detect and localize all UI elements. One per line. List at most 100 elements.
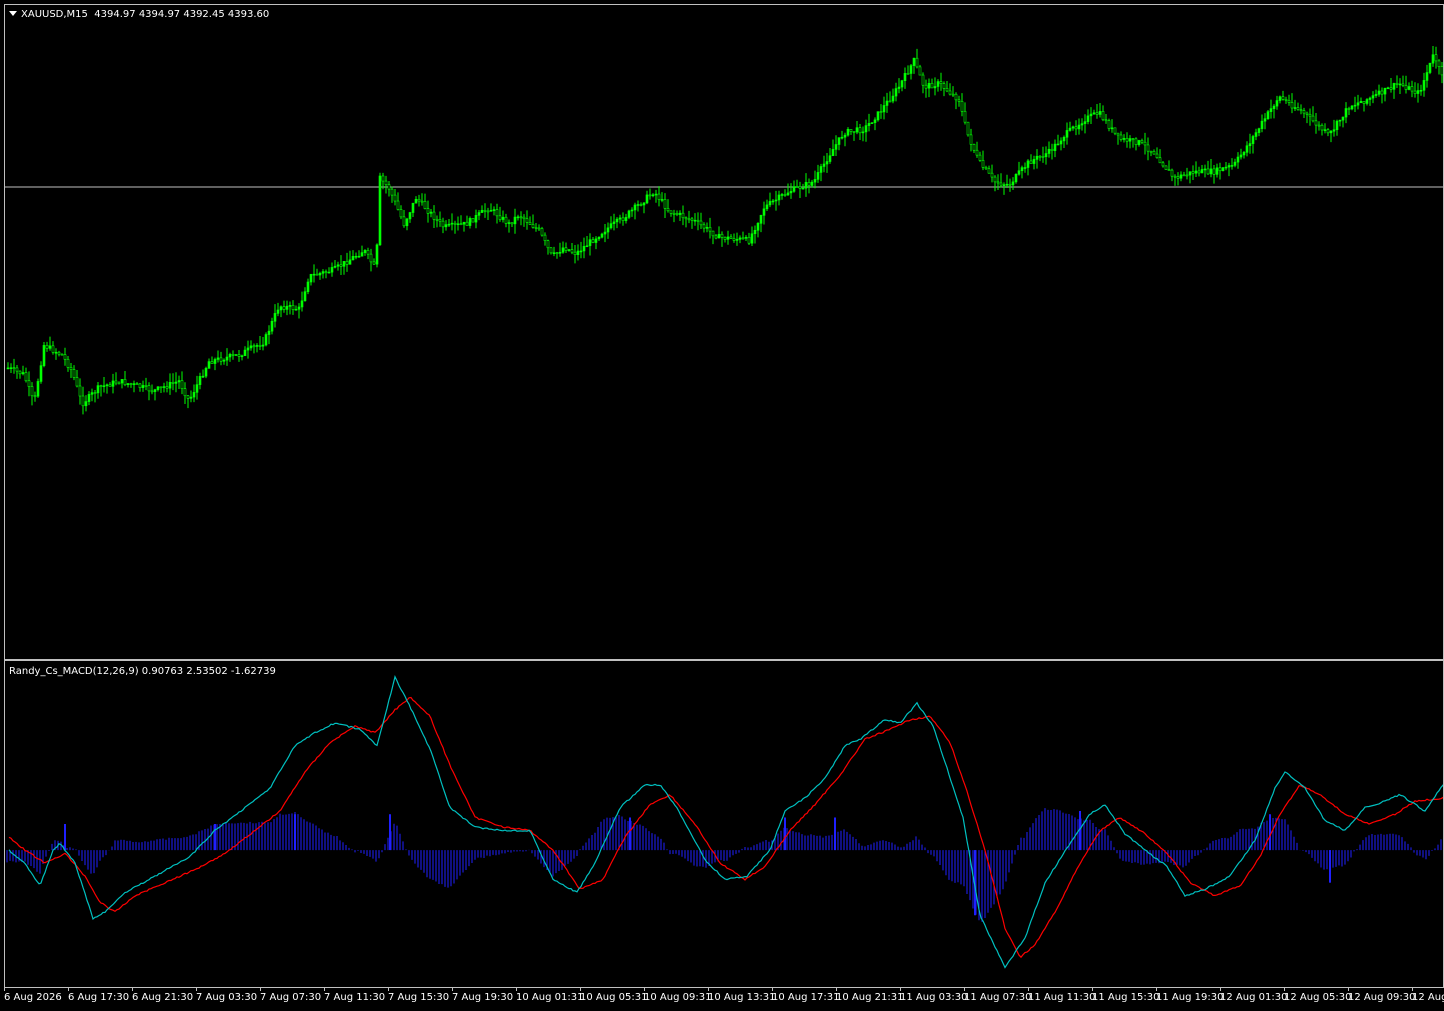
- candle: [1299, 109, 1303, 111]
- candle: [1314, 120, 1318, 126]
- candle: [1170, 169, 1174, 177]
- candle: [480, 209, 484, 213]
- candle: [198, 376, 202, 385]
- candle: [291, 305, 295, 310]
- candle: [132, 383, 136, 385]
- candle: [1212, 168, 1216, 175]
- candle: [1149, 150, 1153, 153]
- candle: [828, 155, 832, 162]
- time-tick: [260, 988, 261, 991]
- candle: [1161, 162, 1165, 167]
- time-label: 10 Aug 01:31: [516, 992, 584, 1003]
- candle: [783, 194, 787, 196]
- candle: [273, 313, 277, 322]
- candle: [60, 353, 64, 356]
- candle: [1023, 167, 1027, 169]
- candle: [624, 217, 628, 221]
- candle: [231, 354, 235, 356]
- candle: [1311, 115, 1315, 122]
- candle: [1278, 96, 1282, 101]
- candle: [1200, 169, 1204, 174]
- macd-indicator-pane[interactable]: Randy_Cs_MACD(12,26,9) 0.90763 2.53502 -…: [4, 660, 1444, 988]
- candle: [129, 383, 133, 385]
- indicator-values: 0.90763 2.53502 -1.62739: [141, 666, 276, 677]
- candle: [249, 345, 253, 349]
- candle: [234, 354, 238, 356]
- candle: [1440, 66, 1443, 76]
- candle: [105, 384, 109, 387]
- candle: [114, 380, 118, 384]
- candle: [1362, 101, 1366, 104]
- candle: [414, 198, 418, 204]
- candle: [330, 267, 334, 273]
- candle: [96, 385, 100, 394]
- candle: [1077, 124, 1081, 130]
- candle: [78, 385, 82, 397]
- candle: [540, 228, 544, 236]
- candle: [237, 354, 241, 357]
- candle: [1221, 167, 1225, 172]
- candle: [1005, 183, 1009, 186]
- candle: [963, 110, 967, 123]
- indicator-name: Randy_Cs_MACD(12,26,9): [9, 666, 139, 677]
- candle: [789, 191, 793, 194]
- candle: [474, 215, 478, 223]
- candle: [822, 163, 826, 167]
- candle: [1428, 62, 1432, 73]
- candle: [990, 172, 994, 178]
- candle: [897, 86, 901, 89]
- candle: [744, 236, 748, 239]
- candle: [705, 227, 709, 229]
- candle: [27, 380, 31, 387]
- candle: [768, 201, 772, 206]
- candle: [1014, 173, 1018, 183]
- candle: [1272, 105, 1276, 109]
- candle: [288, 305, 292, 307]
- candle: [300, 300, 304, 308]
- candle: [1434, 54, 1438, 62]
- candle: [1407, 86, 1411, 90]
- price-chart-pane[interactable]: XAUUSD,M15 4394.97 4394.97 4392.45 4393.…: [4, 4, 1444, 660]
- candle: [1041, 156, 1045, 158]
- candle: [21, 372, 25, 375]
- candle: [756, 223, 760, 231]
- candle: [1386, 87, 1390, 90]
- candle: [957, 99, 961, 102]
- candle: [555, 252, 559, 255]
- candle: [255, 345, 259, 347]
- time-tick: [1092, 988, 1093, 991]
- candle: [672, 213, 676, 215]
- candle: [771, 200, 775, 203]
- candle: [48, 345, 52, 349]
- candle: [513, 216, 517, 225]
- candle: [1068, 127, 1072, 131]
- candle: [1140, 140, 1144, 143]
- candle: [1050, 148, 1054, 151]
- candle: [1275, 100, 1279, 107]
- candle: [1269, 108, 1273, 112]
- candle: [36, 381, 40, 397]
- candle: [561, 247, 565, 253]
- signal-line: [8, 696, 1443, 959]
- candle: [159, 386, 163, 389]
- candle: [717, 233, 721, 239]
- candle: [936, 81, 940, 87]
- candle: [912, 57, 916, 66]
- candle: [285, 305, 289, 310]
- candle: [639, 204, 643, 206]
- candle: [174, 381, 178, 384]
- candle: [759, 215, 763, 224]
- candle: [1287, 100, 1291, 103]
- candle: [714, 235, 718, 239]
- candle: [732, 238, 736, 241]
- candle: [588, 239, 592, 247]
- collapse-arrow-icon[interactable]: [9, 11, 17, 16]
- candle: [951, 93, 955, 96]
- candle: [741, 237, 745, 240]
- candle: [264, 334, 268, 346]
- candle: [42, 345, 46, 366]
- candle: [306, 281, 310, 292]
- candle: [708, 227, 712, 232]
- candle: [123, 379, 127, 386]
- candle: [1392, 83, 1396, 90]
